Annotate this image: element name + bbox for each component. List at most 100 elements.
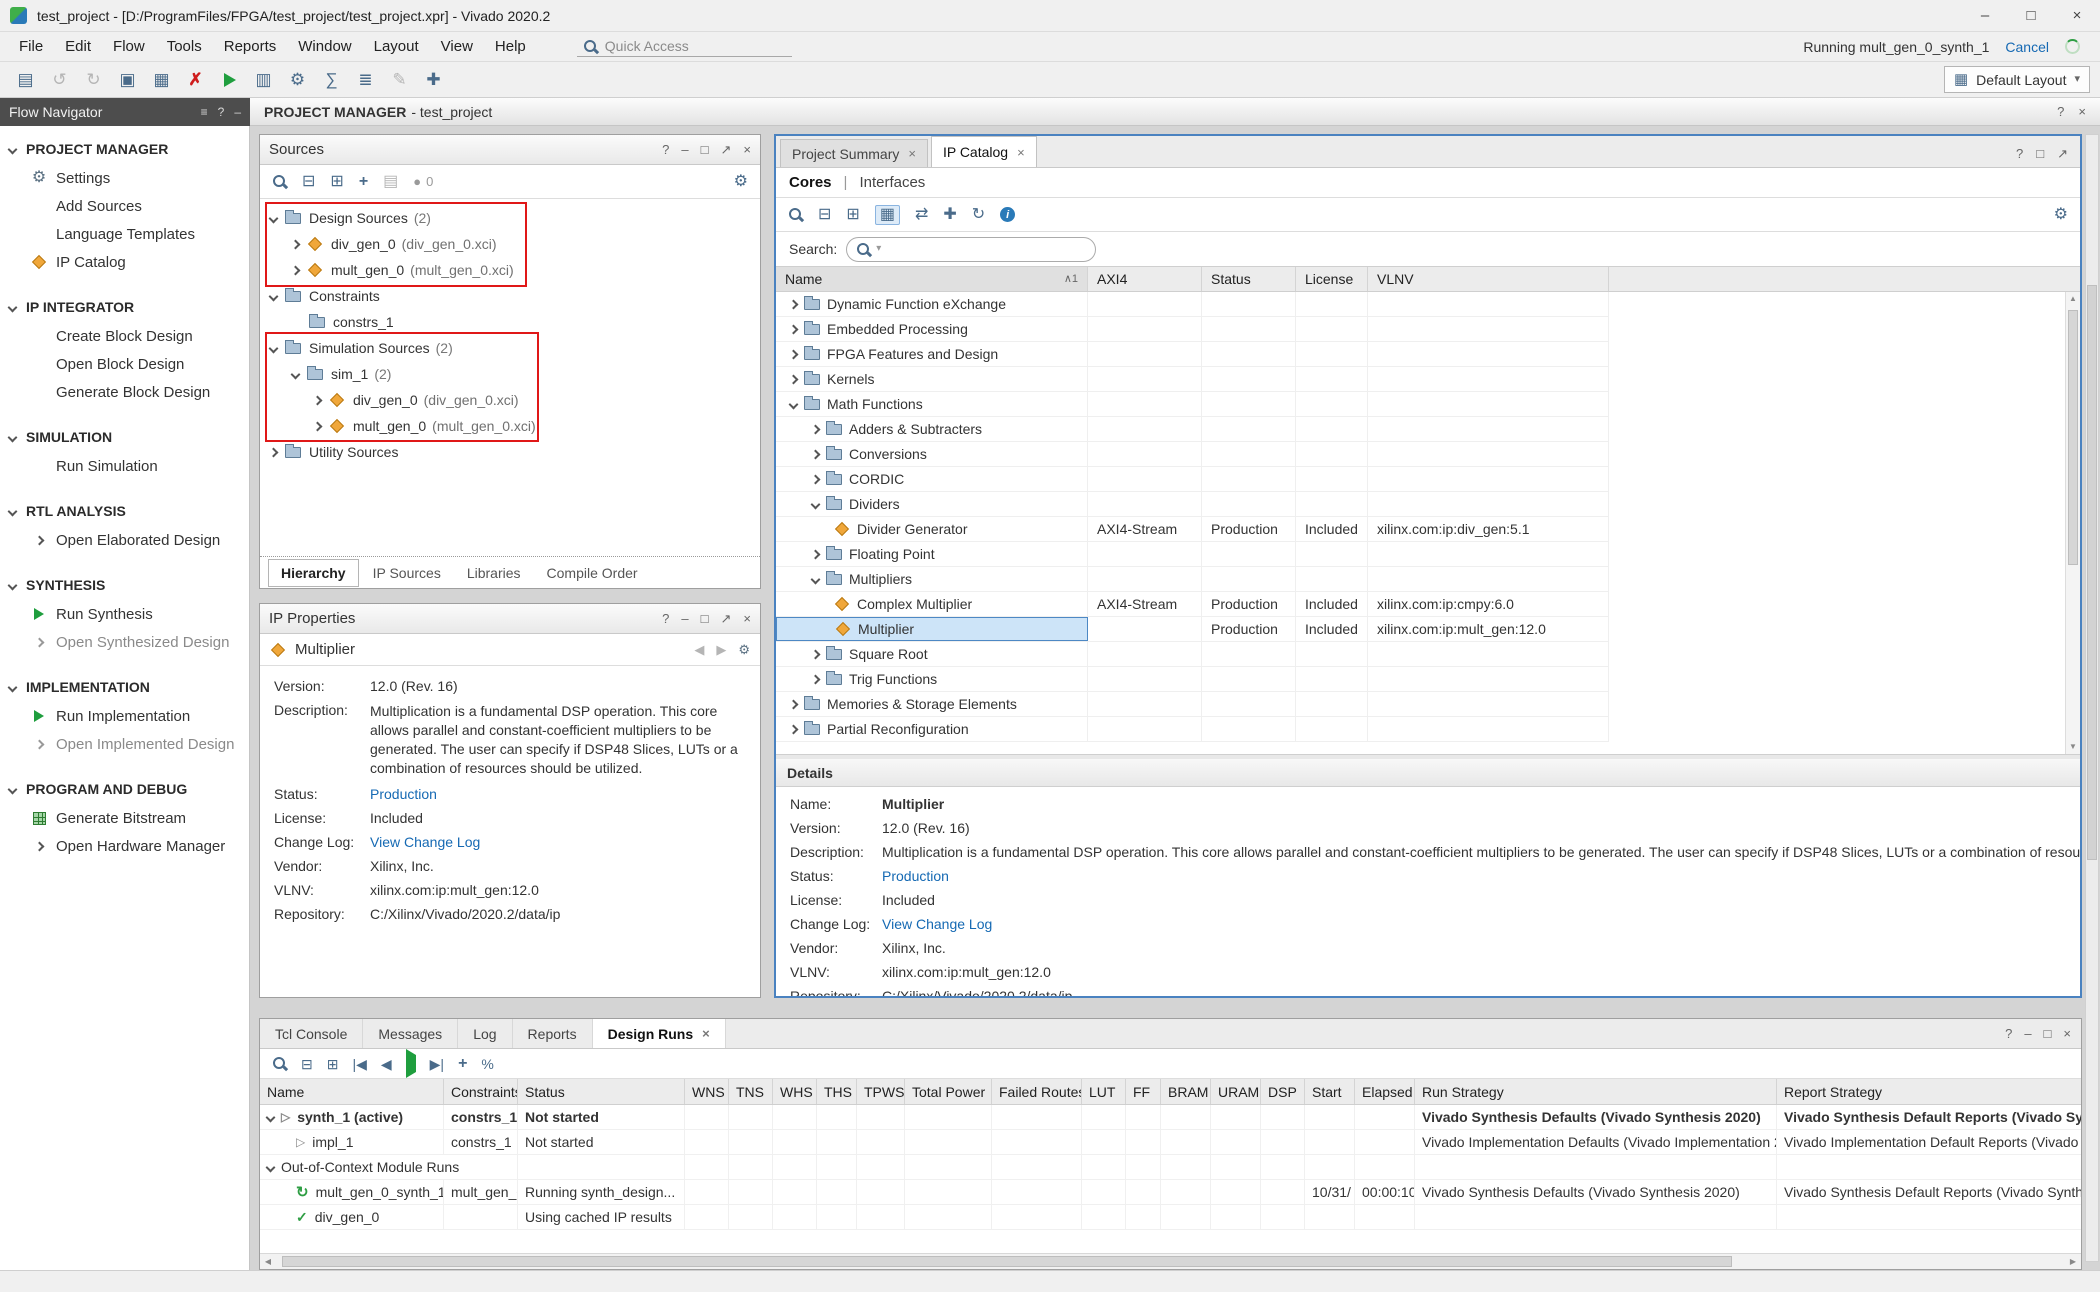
column-header[interactable]: BRAM	[1161, 1079, 1211, 1104]
search-icon[interactable]	[272, 1056, 287, 1071]
percentage-icon[interactable]: %	[481, 1057, 493, 1071]
collapse-all-icon[interactable]: ⊟	[818, 207, 831, 223]
catalog-row[interactable]: Dividers	[776, 492, 1609, 517]
tab-libraries[interactable]: Libraries	[455, 560, 533, 586]
catalog-row[interactable]: Conversions	[776, 442, 1609, 467]
maximize-panel-icon[interactable]: □	[701, 612, 709, 625]
column-header[interactable]: Name	[260, 1079, 444, 1104]
section-header[interactable]: RTL ANALYSIS	[0, 496, 249, 526]
section-header[interactable]: SIMULATION	[0, 422, 249, 452]
maximize-button[interactable]: □	[2008, 0, 2054, 31]
sidebar-item-language-templates[interactable]: Language Templates	[0, 220, 249, 248]
gear-icon[interactable]: ⚙	[738, 643, 750, 656]
minimize-panel-icon[interactable]: –	[681, 143, 688, 156]
maximize-panel-icon[interactable]: □	[701, 143, 709, 156]
sidebar-item-settings[interactable]: ⚙Settings	[0, 164, 249, 192]
expand-all-icon[interactable]: ⊞	[330, 174, 343, 190]
tree-row-sim-div-gen[interactable]: div_gen_0(div_gen_0.xci)	[260, 387, 760, 413]
column-header[interactable]: TPWS	[857, 1079, 905, 1104]
tree-row-sim-mult-gen[interactable]: mult_gen_0(mult_gen_0.xci)	[260, 413, 760, 439]
column-header[interactable]: Constraints	[444, 1079, 518, 1104]
workspace-scrollbar[interactable]	[2085, 134, 2099, 1262]
menu-flow[interactable]: Flow	[102, 34, 156, 59]
column-header[interactable]: Start	[1305, 1079, 1355, 1104]
sidebar-item-open-synthesized-design[interactable]: Open Synthesized Design	[0, 628, 249, 656]
close-tab-icon[interactable]: ×	[1017, 146, 1025, 159]
gear-icon[interactable]: ⚙	[2054, 207, 2068, 223]
catalog-row[interactable]: Partial Reconfiguration	[776, 717, 1609, 742]
close-panel-icon[interactable]: ×	[2063, 1027, 2071, 1040]
menu-icon[interactable]: ≡	[201, 106, 208, 118]
sidebar-item-open-hardware-manager[interactable]: Open Hardware Manager	[0, 832, 249, 860]
menu-tools[interactable]: Tools	[156, 34, 213, 59]
column-header-name[interactable]: Name∧1	[776, 267, 1088, 291]
help-icon[interactable]: ?	[218, 106, 225, 118]
catalog-row[interactable]: Embedded Processing	[776, 317, 1609, 342]
collapse-all-icon[interactable]: ⊟	[301, 1057, 313, 1071]
sidebar-item-create-block-design[interactable]: Create Block Design	[0, 322, 249, 350]
tab-design-runs[interactable]: Design Runs×	[593, 1019, 726, 1048]
catalog-row[interactable]: Adders & Subtracters	[776, 417, 1609, 442]
run-row-impl-1[interactable]: ▷impl_1 constrs_1 Not started Vivado Imp…	[260, 1130, 2081, 1155]
forward-icon[interactable]: ▶	[716, 643, 726, 656]
change-log-link[interactable]: View Change Log	[370, 834, 480, 850]
catalog-row[interactable]: CORDIC	[776, 467, 1609, 492]
info-icon[interactable]	[1000, 207, 1015, 222]
menu-reports[interactable]: Reports	[213, 34, 288, 59]
help-icon[interactable]: ?	[662, 612, 669, 625]
tab-hierarchy[interactable]: Hierarchy	[268, 559, 359, 587]
column-header[interactable]: WHS	[773, 1079, 817, 1104]
help-icon[interactable]: ?	[2005, 1027, 2012, 1040]
sidebar-item-run-implementation[interactable]: Run Implementation	[0, 702, 249, 730]
vertical-scrollbar[interactable]: ▲ ▼	[2065, 292, 2080, 754]
catalog-row[interactable]: FPGA Features and Design	[776, 342, 1609, 367]
column-header[interactable]: FF	[1126, 1079, 1161, 1104]
gear-icon[interactable]: ⚙	[290, 71, 305, 88]
gear-icon[interactable]: ⚙	[734, 174, 748, 190]
run-button[interactable]	[214, 65, 245, 94]
search-icon[interactable]	[788, 207, 803, 222]
tab-reports[interactable]: Reports	[513, 1019, 593, 1048]
column-header[interactable]: Run Strategy	[1415, 1079, 1777, 1104]
skip-to-end-icon[interactable]: ▶|	[430, 1057, 444, 1071]
expand-all-icon[interactable]: ⊞	[846, 207, 859, 223]
menu-view[interactable]: View	[430, 34, 484, 59]
tree-row-constrs-1[interactable]: constrs_1	[260, 309, 760, 335]
close-tab-icon[interactable]: ×	[702, 1027, 710, 1040]
probe-icon[interactable]: ✚	[426, 71, 440, 88]
search-icon[interactable]	[272, 174, 287, 189]
tree-row-utility-sources[interactable]: Utility Sources	[260, 439, 760, 465]
run-row-div-gen[interactable]: ✓div_gen_0 Using cached IP results	[260, 1205, 2081, 1230]
scrollbar-thumb[interactable]	[2068, 310, 2078, 565]
scrollbar-thumb[interactable]	[282, 1256, 1732, 1267]
refresh-icon[interactable]: ↻	[972, 207, 985, 223]
column-header-axi4[interactable]: AXI4	[1088, 267, 1202, 291]
float-panel-icon[interactable]: ↗	[721, 143, 732, 156]
column-header[interactable]: WNS	[685, 1079, 729, 1104]
close-tab-icon[interactable]: ×	[908, 147, 916, 160]
catalog-row[interactable]: Floating Point	[776, 542, 1609, 567]
save-icon[interactable]: ▤	[17, 71, 33, 88]
minimize-panel-icon[interactable]: –	[2024, 1027, 2031, 1040]
scroll-up-icon[interactable]: ▲	[2066, 292, 2080, 306]
float-panel-icon[interactable]: ↗	[721, 612, 732, 625]
catalog-row[interactable]: Kernels	[776, 367, 1609, 392]
cancel-link[interactable]: Cancel	[2005, 39, 2049, 55]
horizontal-scrollbar[interactable]: ◀ ▶	[260, 1253, 2081, 1269]
float-panel-icon[interactable]: ↗	[2057, 147, 2068, 160]
scrollbar-thumb[interactable]	[2087, 285, 2097, 860]
tab-tcl-console[interactable]: Tcl Console	[260, 1019, 363, 1048]
menu-window[interactable]: Window	[287, 34, 362, 59]
run-row-mult-gen-synth[interactable]: ↻mult_gen_0_synth_1 mult_gen_0 Running s…	[260, 1180, 2081, 1205]
scroll-left-icon[interactable]: ◀	[260, 1254, 276, 1269]
close-panel-icon[interactable]: ×	[743, 143, 751, 156]
catalog-row[interactable]: Math Functions	[776, 392, 1609, 417]
catalog-row-multiplier-selected[interactable]: MultiplierProductionIncludedxilinx.com:i…	[776, 617, 1609, 642]
column-header[interactable]: Report Strategy	[1777, 1079, 2081, 1104]
redo-icon[interactable]: ↻	[86, 71, 100, 88]
column-header[interactable]: Failed Routes	[992, 1079, 1082, 1104]
tab-messages[interactable]: Messages	[363, 1019, 458, 1048]
add-sources-icon[interactable]: +	[359, 174, 368, 190]
column-header[interactable]: Total Power	[905, 1079, 992, 1104]
tree-row-mult-gen[interactable]: mult_gen_0(mult_gen_0.xci)	[260, 257, 760, 283]
